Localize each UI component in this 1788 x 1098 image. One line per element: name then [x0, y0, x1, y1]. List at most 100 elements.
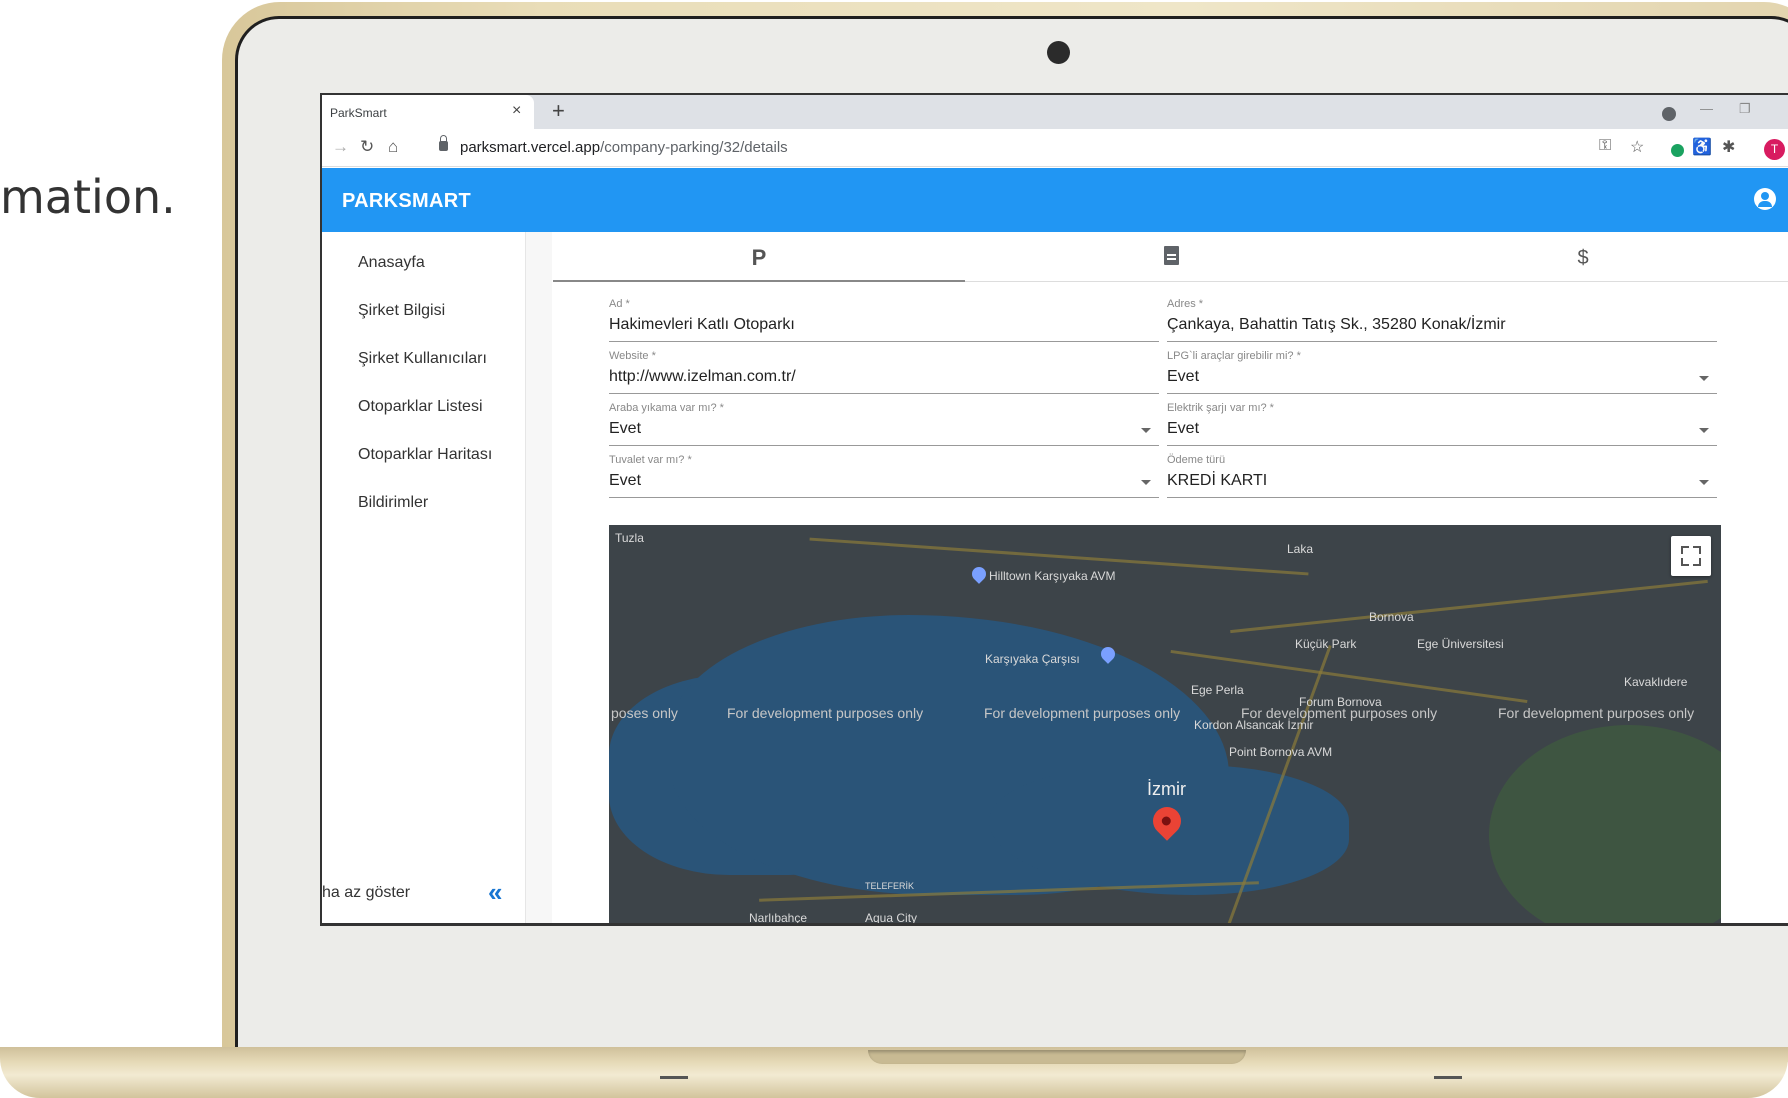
document-icon — [1163, 246, 1179, 265]
account-icon[interactable] — [1754, 188, 1776, 210]
chevron-down-icon — [1699, 480, 1709, 485]
payment-type-select[interactable]: Ödeme türü KREDİ KARTI — [1167, 454, 1717, 498]
sidebar-item-sirket-bilgisi[interactable]: Şirket Bilgisi — [358, 302, 445, 320]
main-content: P $ Ad * Hakimevleri Katlı Otoparkı Adre… — [526, 232, 1788, 925]
map-label-izmir: İzmir — [1147, 779, 1186, 799]
main-gutter — [526, 232, 552, 923]
ev-charge-select[interactable]: Elektrik şarjı var mı? * Evet — [1167, 402, 1717, 446]
map-watermark: poses only — [611, 705, 678, 721]
forward-icon[interactable]: → — [332, 137, 349, 157]
key-icon[interactable]: ⚿ — [1599, 137, 1611, 155]
chevron-down-icon — [1699, 376, 1709, 381]
app-header: PARKSMART — [322, 168, 1788, 232]
sidebar-item-otoparklar-haritasi[interactable]: Otoparklar Haritası — [358, 446, 492, 464]
tab-parking[interactable]: P — [553, 232, 965, 282]
toilet-value: Evet — [609, 472, 642, 489]
sidebar-item-bildirimler[interactable]: Bildirimler — [358, 494, 428, 512]
detail-tabs: P $ — [553, 232, 1788, 282]
fullscreen-corner-icon — [1693, 546, 1701, 554]
url-host: parksmart.vercel.app — [460, 139, 601, 156]
url-field[interactable]: parksmart.vercel.app/company-parking/32/… — [460, 139, 788, 156]
address-field[interactable]: Adres * Çankaya, Bahattin Tatış Sk., 352… — [1167, 298, 1717, 342]
address-label: Adres * — [1167, 298, 1204, 310]
sidebar-item-anasayfa[interactable]: Anasayfa — [358, 254, 425, 272]
lpg-select[interactable]: LPG`li araçlar girebilir mi? * Evet — [1167, 350, 1717, 394]
website-field[interactable]: Website * http://www.izelman.com.tr/ — [609, 350, 1159, 394]
map-poi-icon[interactable] — [969, 564, 989, 584]
lpg-value: Evet — [1167, 368, 1200, 385]
fullscreen-corner-icon — [1693, 558, 1701, 566]
app-brand[interactable]: PARKSMART — [342, 190, 471, 213]
map-label-ege-perla: Ege Perla — [1191, 683, 1244, 697]
website-value: http://www.izelman.com.tr/ — [609, 368, 796, 385]
laptop-base-notch — [868, 1050, 1246, 1064]
car-wash-select[interactable]: Araba yıkama var mı? * Evet — [609, 402, 1159, 446]
profile-avatar[interactable]: T — [1764, 139, 1785, 160]
parking-icon: P — [751, 245, 767, 270]
extension-accessibility-icon[interactable]: ♿ — [1692, 137, 1712, 157]
toilet-label: Tuvalet var mı? * — [609, 454, 692, 466]
name-label: Ad * — [609, 298, 630, 310]
car-wash-value: Evet — [609, 420, 642, 437]
address-value: Çankaya, Bahattin Tatış Sk., 35280 Konak… — [1167, 316, 1506, 333]
map-label-laka: Laka — [1287, 542, 1314, 556]
browser-tab-title: ParkSmart — [330, 106, 387, 120]
map-label-teleferik: TELEFERİK — [865, 881, 915, 891]
url-path: /company-parking/32/details — [600, 139, 788, 156]
map-label-kavaklidere: Kavaklıdere — [1624, 675, 1688, 689]
extensions-puzzle-icon[interactable]: ✱ — [1722, 137, 1735, 157]
new-tab-button[interactable]: + — [552, 98, 565, 124]
media-record-icon[interactable] — [1662, 107, 1676, 121]
minimize-icon[interactable]: — — [1700, 101, 1713, 116]
website-label: Website * — [609, 350, 656, 362]
star-icon[interactable]: ☆ — [1630, 137, 1644, 157]
laptop-foot-left — [660, 1076, 688, 1079]
ev-charge-label: Elektrik şarjı var mı? * — [1167, 402, 1274, 414]
fullscreen-button[interactable] — [1671, 536, 1711, 576]
name-field[interactable]: Ad * Hakimevleri Katlı Otoparkı — [609, 298, 1159, 342]
extension-green-icon[interactable] — [1671, 144, 1684, 157]
browser-tab[interactable]: ParkSmart × — [322, 95, 534, 129]
fullscreen-corner-icon — [1681, 546, 1689, 554]
chevron-down-icon — [1699, 428, 1709, 433]
map-watermark: For development purposes only — [727, 705, 924, 721]
laptop-camera — [1047, 41, 1070, 64]
lock-icon[interactable] — [439, 135, 448, 151]
sidebar-show-less[interactable]: ha az göster — [322, 884, 410, 902]
home-icon[interactable]: ⌂ — [388, 137, 398, 157]
map-watermark: For development purposes only — [1498, 705, 1695, 721]
payment-type-label: Ödeme türü — [1167, 454, 1226, 466]
map-watermark: For development purposes only — [984, 705, 1181, 721]
chevron-down-icon — [1141, 480, 1151, 485]
map-view[interactable]: Tuzla Laka Hilltown Karşıyaka AVM Bornov… — [609, 525, 1721, 925]
stage: mation. ParkSmart × + — ❐ → ↻ ⌂ parksmar… — [0, 0, 1788, 1098]
map-label-kucuk-park: Küçük Park — [1295, 637, 1357, 651]
browser-tabstrip: ParkSmart × + — ❐ — [322, 95, 1788, 129]
maximize-icon[interactable]: ❐ — [1739, 101, 1751, 117]
map-label-ege-universitesi: Ege Üniversitesi — [1417, 637, 1504, 651]
tab-payment[interactable]: $ — [1377, 232, 1788, 282]
map-label-aqua-city: Aqua City — [865, 911, 918, 925]
map-hills — [1489, 725, 1721, 923]
tab-document[interactable] — [965, 232, 1377, 282]
toilet-select[interactable]: Tuvalet var mı? * Evet — [609, 454, 1159, 498]
sidebar: Anasayfa Şirket Bilgisi Şirket Kullanıcı… — [322, 232, 526, 923]
sidebar-item-sirket-kullanicilari[interactable]: Şirket Kullanıcıları — [358, 350, 487, 368]
laptop-foot-right — [1434, 1076, 1462, 1079]
map-label-tuzla: Tuzla — [615, 531, 644, 545]
map-label-bornova: Bornova — [1369, 610, 1414, 624]
browser-address-bar: → ↻ ⌂ parksmart.vercel.app/company-parki… — [322, 129, 1788, 167]
sidebar-item-otoparklar-listesi[interactable]: Otoparklar Listesi — [358, 398, 483, 416]
background-caption: mation. — [0, 170, 176, 224]
reload-icon[interactable]: ↻ — [360, 137, 374, 157]
map-label-karsiyaka: Karşıyaka Çarşısı — [985, 652, 1080, 666]
map-label-hilltown: Hilltown Karşıyaka AVM — [989, 569, 1116, 583]
map-label-point-bornova: Point Bornova AVM — [1229, 745, 1333, 759]
collapse-chevron-icon[interactable]: « — [488, 877, 503, 908]
tab-close-icon[interactable]: × — [512, 102, 521, 120]
payment-type-value: KREDİ KARTI — [1167, 472, 1268, 489]
map-label-narlibahce: Narlıbahçe — [749, 911, 808, 925]
map-road — [1230, 579, 1708, 634]
chevron-down-icon — [1141, 428, 1151, 433]
map-watermark: For development purposes only — [1241, 705, 1438, 721]
